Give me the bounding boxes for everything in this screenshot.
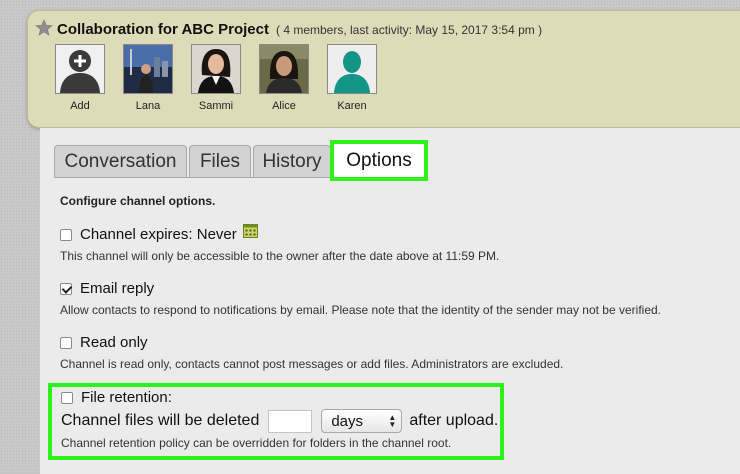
retention-unit-select[interactable]: days ▲ ▼ bbox=[321, 409, 403, 433]
channel-expires-checkbox[interactable] bbox=[60, 228, 72, 241]
section-title: Configure channel options. bbox=[60, 194, 216, 208]
tab-history[interactable]: History bbox=[253, 145, 331, 177]
add-member-icon[interactable] bbox=[55, 44, 105, 94]
member-sammi[interactable]: Sammi bbox=[186, 44, 246, 112]
member-label: Add bbox=[70, 100, 90, 112]
channel-header: Collaboration for ABC Project ( 4 member… bbox=[27, 10, 740, 128]
file-retention-checkbox[interactable] bbox=[61, 391, 73, 404]
email-reply-checkbox[interactable] bbox=[60, 282, 72, 295]
file-retention-setting: Channel files will be deleted days ▲ ▼ af… bbox=[61, 409, 498, 433]
member-karen[interactable]: Karen bbox=[322, 44, 382, 112]
email-reply-label: Email reply bbox=[80, 280, 155, 297]
member-lana[interactable]: Lana bbox=[118, 44, 178, 112]
tab-files[interactable]: Files bbox=[189, 145, 251, 177]
read-only-checkbox[interactable] bbox=[60, 336, 72, 349]
member-label: Sammi bbox=[198, 100, 234, 112]
channel-expires-description: This channel will only be accessible to … bbox=[60, 249, 500, 263]
default-avatar-icon[interactable] bbox=[327, 44, 377, 94]
calendar-icon[interactable] bbox=[242, 223, 258, 238]
read-only-label: Read only bbox=[80, 334, 148, 351]
channel-title: Collaboration for ABC Project bbox=[57, 21, 269, 38]
member-label: Karen bbox=[337, 100, 367, 112]
retention-suffix: after upload. bbox=[409, 412, 499, 429]
star-icon[interactable] bbox=[35, 19, 53, 37]
member-label: Alice bbox=[272, 100, 296, 112]
option-file-retention: File retention: bbox=[61, 389, 172, 406]
tab-conversation[interactable]: Conversation bbox=[54, 145, 187, 177]
member-alice[interactable]: Alice bbox=[254, 44, 314, 112]
retention-days-input[interactable] bbox=[268, 409, 313, 433]
avatar[interactable] bbox=[191, 44, 241, 94]
tab-options[interactable]: Options bbox=[330, 140, 428, 181]
member-add[interactable]: Add bbox=[50, 44, 110, 112]
option-email-reply: Email reply bbox=[60, 280, 154, 297]
option-channel-expires: Channel expires: Never bbox=[60, 223, 258, 243]
email-reply-description: Allow contacts to respond to notificatio… bbox=[60, 303, 662, 317]
read-only-description: Channel is read only, contacts cannot po… bbox=[60, 357, 564, 371]
avatar[interactable] bbox=[123, 44, 173, 94]
retention-unit-value: days bbox=[331, 412, 364, 430]
select-arrows-icon: ▲ ▼ bbox=[388, 413, 397, 429]
member-label: Lana bbox=[135, 100, 161, 112]
file-retention-description: Channel retention policy can be overridd… bbox=[61, 436, 452, 450]
file-retention-label: File retention: bbox=[81, 389, 172, 406]
channel-meta: ( 4 members, last activity: May 15, 2017… bbox=[276, 23, 543, 37]
channel-expires-label: Channel expires: Never bbox=[80, 226, 237, 243]
avatar[interactable] bbox=[259, 44, 309, 94]
retention-prefix: Channel files will be deleted bbox=[61, 412, 260, 429]
file-retention-section: File retention: Channel files will be de… bbox=[48, 383, 504, 460]
option-read-only: Read only bbox=[60, 334, 148, 351]
